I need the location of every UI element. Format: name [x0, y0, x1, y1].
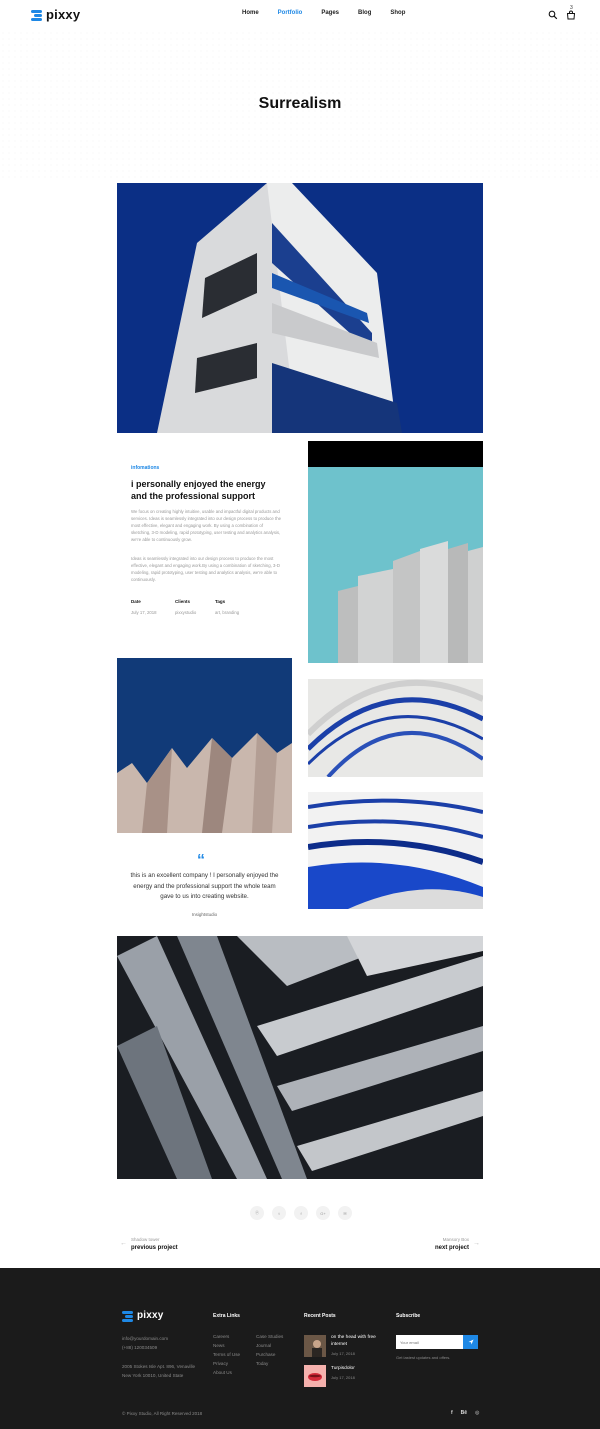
pinterest-icon[interactable]: ⓟ [250, 1206, 264, 1220]
arrow-left-icon: ← [120, 1240, 127, 1247]
post-title[interactable]: on the head with free internet [331, 1334, 386, 1348]
footer-recent-posts-title: Recent Posts [304, 1313, 336, 1319]
footer-email[interactable]: info@yourdomain.com [122, 1335, 168, 1343]
footer-link-careers[interactable]: Careers [213, 1334, 229, 1339]
page-title: Surrealism [258, 95, 342, 112]
info-heading: i personally enjoyed the energy and the … [131, 479, 266, 501]
post-title[interactable]: Turpisdolor [331, 1365, 386, 1372]
nav-home[interactable]: Home [242, 10, 259, 16]
cart-count-badge: 3 [570, 5, 573, 11]
footer-link-privacy[interactable]: Privacy [213, 1361, 228, 1366]
logo[interactable]: pixxy [31, 7, 80, 22]
footer-link-journal[interactable]: Journal [256, 1343, 271, 1348]
post-thumbnail[interactable] [304, 1335, 326, 1357]
subscribe-note: Get lastest updates and offers. [396, 1355, 451, 1360]
footer-logo[interactable]: pixxy [122, 1310, 164, 1322]
facebook-icon[interactable]: f [294, 1206, 308, 1220]
nav-pages[interactable]: Pages [321, 10, 339, 16]
site-footer [0, 1268, 600, 1429]
prev-project-link[interactable]: previous project [131, 1245, 178, 1251]
google-plus-icon[interactable]: G+ [316, 1206, 330, 1220]
twitter-icon[interactable]: t [272, 1206, 286, 1220]
arrow-right-icon: → [473, 1240, 480, 1247]
meta-clients-label: Clients [175, 599, 191, 604]
quote-icon: “ [197, 852, 205, 869]
logo-text: pixxy [46, 7, 81, 22]
send-icon [468, 1339, 473, 1345]
footer-link-news[interactable]: News [213, 1343, 225, 1348]
meta-tags-value: art, branding [215, 610, 240, 615]
project-image-concrete-teal [308, 441, 483, 663]
post-date: July 17, 2018 [331, 1375, 355, 1380]
footer-phone: (+88) 120034509 [122, 1345, 158, 1350]
dribbble-icon[interactable]: ◎ [475, 1410, 479, 1416]
info-label: infomations [131, 465, 160, 471]
footer-extra-links-title: Extra Links [213, 1313, 240, 1319]
testimonial-author: Insightstudio [191, 912, 218, 917]
facebook-icon[interactable]: f [451, 1410, 453, 1416]
meta-clients-value: pixxystudio [175, 610, 197, 615]
footer-link-case-studies[interactable]: Case Studies [256, 1334, 283, 1339]
post-thumbnail[interactable] [304, 1365, 326, 1387]
footer-logo-text: pixxy [137, 1310, 164, 1321]
next-project-link[interactable]: next project [435, 1245, 469, 1251]
footer-address-line2: New York 10010, United State [122, 1373, 184, 1378]
footer-link-about[interactable]: About Us [213, 1370, 232, 1375]
footer-link-today[interactable]: Today [256, 1361, 268, 1366]
footer-subscribe-title: Subscribe [396, 1313, 421, 1319]
search-icon[interactable] [548, 7, 558, 20]
logo-icon [122, 1310, 133, 1322]
project-image-building-blue [117, 183, 483, 433]
project-image-waves [308, 792, 483, 909]
info-paragraph-1: We focus on creating highly intuitive, u… [131, 509, 281, 542]
post-date: July 17, 2018 [331, 1351, 355, 1356]
copyright: © Pixxy Studio, All Right Reserved 2018 [122, 1411, 203, 1416]
behance-icon[interactable]: Bē [461, 1410, 467, 1416]
site-header: pixxy Home Portfolio Pages Blog Shop 3 [0, 0, 600, 30]
nav-blog[interactable]: Blog [358, 10, 371, 16]
info-paragraph-2: Ideas is seamlessly integrated into our … [131, 556, 280, 582]
project-image-curves [308, 679, 483, 777]
meta-date-label: Date [131, 599, 141, 604]
testimonial-text: this is an excellent company ! I persona… [130, 872, 279, 900]
footer-link-terms[interactable]: Terms of Use [213, 1352, 240, 1357]
nav-shop[interactable]: Shop [390, 10, 405, 16]
project-image-marble-peaks [117, 658, 292, 833]
footer-socials: f Bē ◎ [451, 1410, 479, 1416]
main-nav: Home Portfolio Pages Blog Shop [242, 10, 424, 16]
meta-date-value: July 17, 2018 [131, 610, 157, 615]
project-image-dark-facade [117, 936, 483, 1179]
subscribe-button[interactable] [463, 1335, 478, 1349]
email-icon[interactable]: ✉ [338, 1206, 352, 1220]
prev-project-name: Shadow tower [131, 1237, 160, 1242]
next-project-name: Mansory Box [442, 1237, 469, 1242]
footer-address-line1: 2005 Stokes Isle Apt. 896, Venaville [122, 1364, 196, 1369]
share-buttons: ⓟ t f G+ ✉ [250, 1206, 352, 1220]
logo-icon [31, 9, 42, 21]
subscribe-email-input[interactable] [396, 1335, 463, 1349]
footer-link-purchase[interactable]: Purchase [256, 1352, 275, 1357]
nav-portfolio[interactable]: Portfolio [278, 10, 303, 16]
meta-tags-label: Tags [215, 599, 226, 604]
